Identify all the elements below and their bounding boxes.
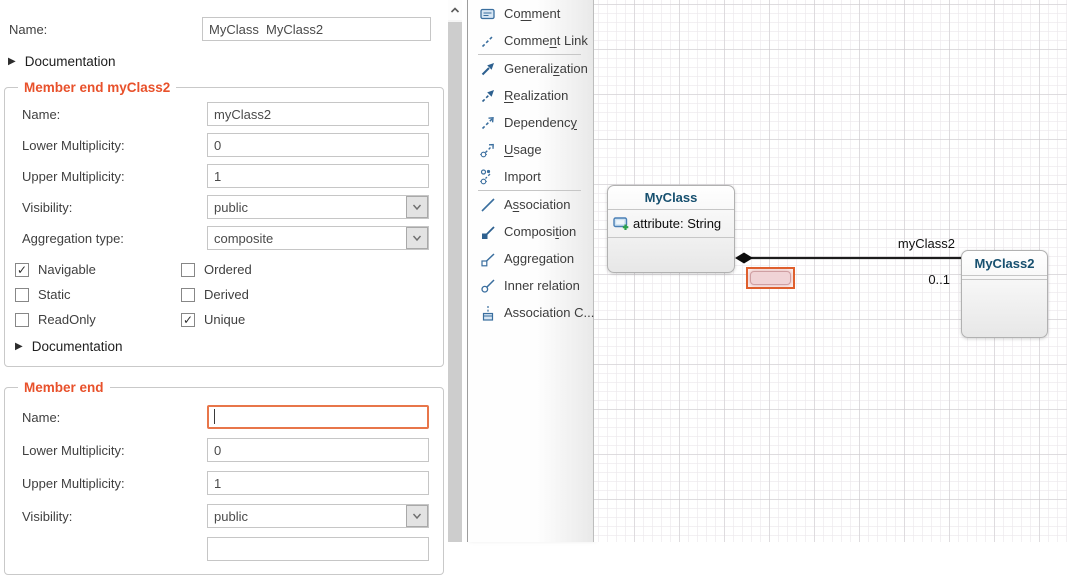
scroll-up-button[interactable] <box>448 0 462 20</box>
association-class-icon <box>479 304 497 322</box>
association-multiplicity-label: 0..1 <box>894 272 950 287</box>
scrollbar-thumb[interactable] <box>448 22 462 542</box>
checkbox-derived[interactable]: Derived <box>181 287 433 302</box>
checkbox-box[interactable] <box>181 288 195 302</box>
checkbox-static[interactable]: Static <box>15 287 181 302</box>
composition-icon <box>479 223 497 241</box>
composite-diamond-icon <box>735 253 753 264</box>
uml-class-myclass2[interactable]: MyClass2 <box>961 250 1048 338</box>
attribute-icon <box>613 216 630 231</box>
member1-name-input[interactable] <box>207 102 429 126</box>
checkbox-label: Static <box>38 287 71 302</box>
chevron-down-icon[interactable] <box>406 196 428 218</box>
checkbox-box[interactable] <box>15 313 29 327</box>
class-title: MyClass <box>608 186 734 210</box>
member-end-myclass2-group: Member end myClass2 Name: Lower Multipli… <box>4 80 444 367</box>
member1-visibility-select[interactable]: public <box>207 195 429 219</box>
properties-panel: Name: ▶ Documentation Member end myClass… <box>0 0 448 542</box>
inline-edit-selection <box>750 271 791 285</box>
checkbox-label: Navigable <box>38 262 96 277</box>
member1-aggregation-select[interactable]: composite <box>207 226 429 250</box>
aggregation-type-label: Aggregation type: <box>19 231 207 246</box>
checkbox-ordered[interactable]: Ordered <box>181 262 433 277</box>
text-caret <box>214 409 215 424</box>
palette-item-usage[interactable]: Usage <box>468 136 593 163</box>
usage-icon <box>479 141 497 159</box>
visibility-label: Visibility: <box>19 509 207 524</box>
association-icon <box>479 196 497 214</box>
upper-multiplicity-label: Upper Multiplicity: <box>19 169 207 184</box>
checkbox-box[interactable]: ✓ <box>181 313 195 327</box>
diagram-canvas[interactable]: MyClass attribute: String myClass2 0..1 … <box>594 0 1067 542</box>
class-attribute-section <box>962 276 1047 280</box>
palette-item-composition[interactable]: Composition <box>468 218 593 245</box>
import-icon <box>479 168 497 186</box>
lower-multiplicity-label: Lower Multiplicity: <box>19 443 207 458</box>
palette-item-comment[interactable]: Comment <box>468 0 593 27</box>
visibility-label: Visibility: <box>19 200 207 215</box>
inline-edit-box[interactable] <box>746 267 795 289</box>
palette-item-comment-link[interactable]: Comment Link <box>468 27 593 54</box>
checkbox-box[interactable]: ✓ <box>15 263 29 277</box>
member1-documentation-toggle[interactable]: ▶ Documentation <box>13 339 435 354</box>
checkbox-label: Derived <box>204 287 249 302</box>
chevron-down-icon[interactable] <box>406 505 428 527</box>
member1-upper-multiplicity-input[interactable] <box>207 164 429 188</box>
properties-scrollbar[interactable] <box>448 0 462 542</box>
aggregation-icon <box>479 250 497 268</box>
comment-link-icon <box>479 32 497 50</box>
member2-lower-multiplicity-input[interactable] <box>207 438 429 462</box>
upper-multiplicity-label: Upper Multiplicity: <box>19 476 207 491</box>
comment-icon <box>479 5 497 23</box>
checkbox-navigable[interactable]: ✓ Navigable <box>15 262 181 277</box>
palette-item-import[interactable]: Import <box>468 163 593 190</box>
member2-visibility-select[interactable]: public <box>207 504 429 528</box>
dependency-icon <box>479 114 497 132</box>
member-end-myclass2-legend: Member end myClass2 <box>18 80 176 95</box>
realization-icon <box>479 87 497 105</box>
member1-flags: ✓ Navigable Ordered Static Derived ReadO… <box>15 262 433 327</box>
generalization-icon <box>479 60 497 78</box>
documentation-label: Documentation <box>32 339 123 354</box>
palette-item-association-class[interactable]: Association C... <box>468 299 593 326</box>
palette-item-association[interactable]: Association <box>468 191 593 218</box>
name-label: Name: <box>19 410 207 425</box>
chevron-down-icon[interactable] <box>406 227 428 249</box>
expand-triangle-icon: ▶ <box>15 341 23 352</box>
association-name-input[interactable] <box>202 17 431 41</box>
association-end-name-label: myClass2 <box>844 236 955 251</box>
tool-palette: Comment Comment Link Generalization Real… <box>467 0 594 542</box>
member2-next-select-cutoff[interactable] <box>207 537 429 561</box>
class-attribute-row[interactable]: attribute: String <box>608 210 734 238</box>
checkbox-box[interactable] <box>181 263 195 277</box>
checkbox-label: Unique <box>204 312 245 327</box>
name-label: Name: <box>19 107 207 122</box>
member2-name-input[interactable] <box>207 405 429 429</box>
palette-item-realization[interactable]: Realization <box>468 82 593 109</box>
association-name-label: Name: <box>6 22 202 37</box>
uml-class-myclass[interactable]: MyClass attribute: String <box>607 185 735 273</box>
palette-item-generalization[interactable]: Generalization <box>468 55 593 82</box>
member-end-legend: Member end <box>18 380 110 395</box>
checkbox-label: ReadOnly <box>38 312 96 327</box>
checkbox-label: Ordered <box>204 262 252 277</box>
checkbox-unique[interactable]: ✓ Unique <box>181 312 433 327</box>
documentation-label: Documentation <box>25 54 116 69</box>
documentation-toggle[interactable]: ▶ Documentation <box>6 54 442 69</box>
member1-lower-multiplicity-input[interactable] <box>207 133 429 157</box>
palette-item-aggregation[interactable]: Aggregation <box>468 245 593 272</box>
attribute-text: attribute: String <box>633 216 721 231</box>
checkbox-readonly[interactable]: ReadOnly <box>15 312 181 327</box>
chevron-up-icon <box>449 5 461 15</box>
checkbox-box[interactable] <box>15 288 29 302</box>
member-end-group: Member end Name: Lower Multiplicity: Upp… <box>4 380 444 575</box>
class-title: MyClass2 <box>962 251 1047 276</box>
palette-item-dependency[interactable]: Dependency <box>468 109 593 136</box>
inner-relation-icon <box>479 277 497 295</box>
member2-upper-multiplicity-input[interactable] <box>207 471 429 495</box>
expand-triangle-icon: ▶ <box>8 56 16 67</box>
lower-multiplicity-label: Lower Multiplicity: <box>19 138 207 153</box>
palette-item-inner-relation[interactable]: Inner relation <box>468 272 593 299</box>
